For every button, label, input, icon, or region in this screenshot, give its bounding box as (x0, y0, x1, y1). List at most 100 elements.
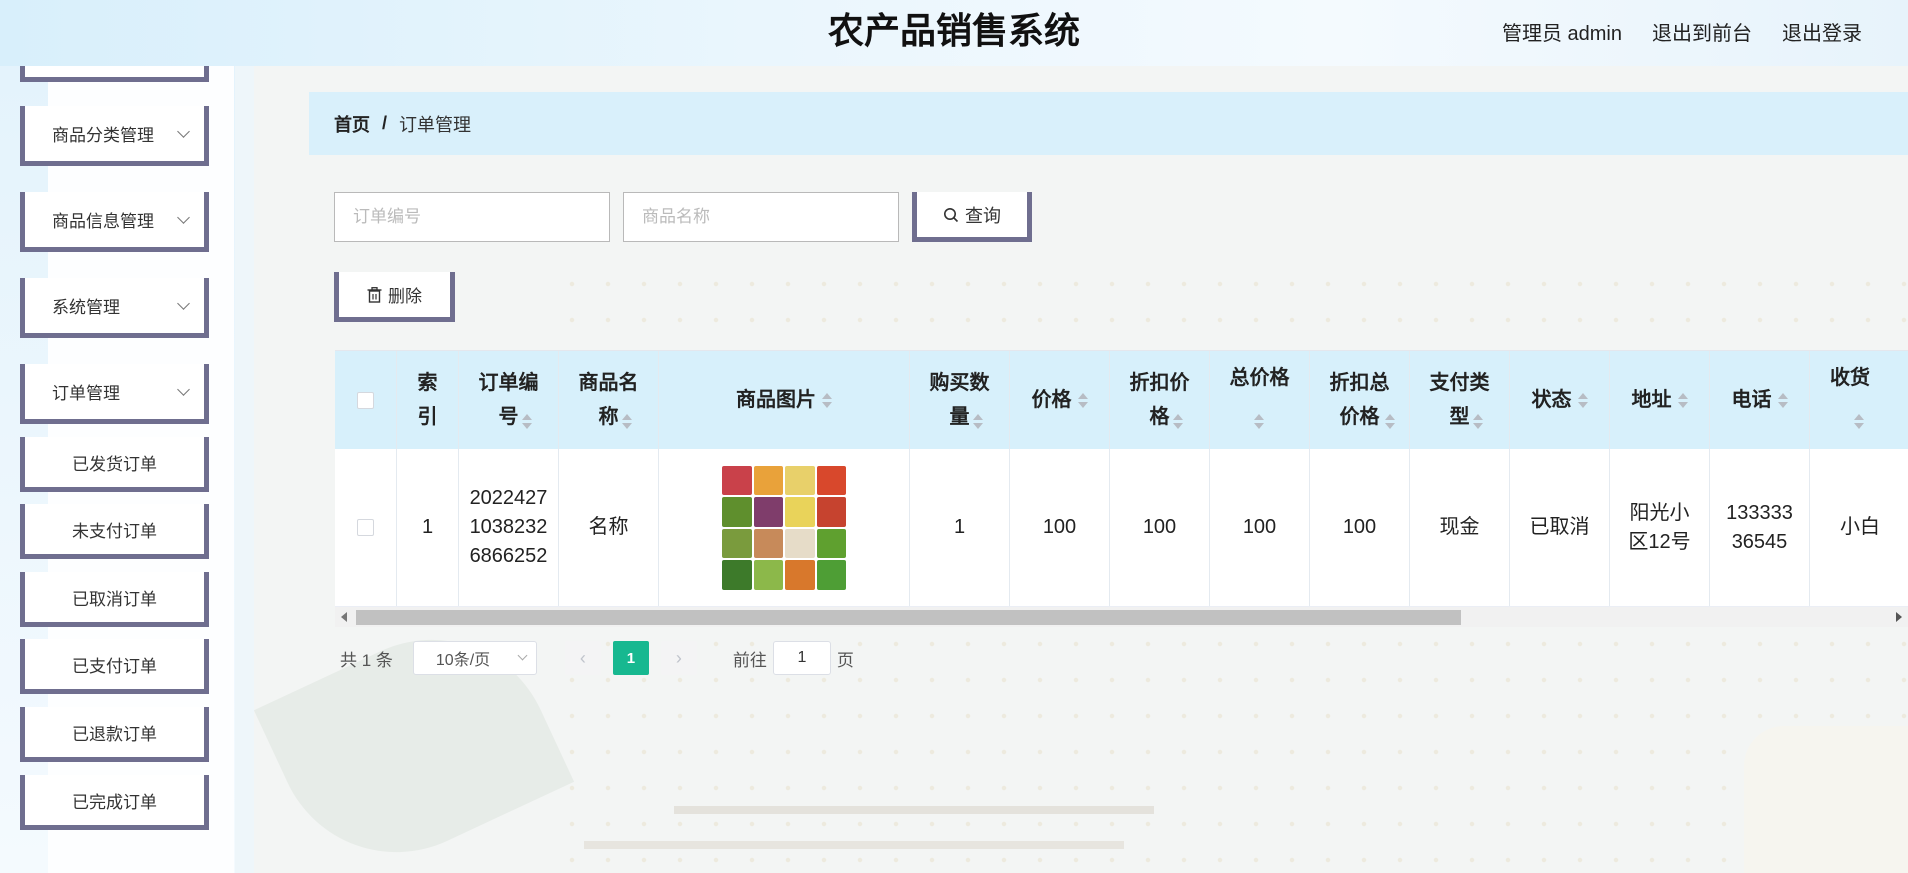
column-header-discount-price[interactable]: 折扣价格 (1110, 351, 1210, 449)
cell-pay-type: 现金 (1410, 449, 1510, 606)
breadcrumb-home[interactable]: 首页 (334, 111, 370, 137)
prev-page-button[interactable]: ‹ (564, 641, 601, 675)
table-horizontal-scrollbar[interactable] (335, 607, 1908, 627)
cell-phone: 13333336545 (1710, 449, 1810, 606)
cell-index: 1 (397, 449, 459, 606)
table-row[interactable]: 1 202242710382326866252 名称 1 100 100 100… (335, 449, 1908, 607)
pagination-total: 共 1 条 (340, 650, 393, 670)
cell-discount-price: 100 (1110, 449, 1210, 606)
sidebar-item-completed-orders[interactable]: 已完成订单 (20, 775, 209, 830)
sort-icon[interactable] (1577, 392, 1588, 408)
sidebar-item-refunded-orders[interactable]: 已退款订单 (20, 707, 209, 762)
sidebar-menu-stub[interactable] (20, 66, 209, 82)
sidebar-item-unpaid-orders[interactable]: 未支付订单 (20, 504, 209, 559)
chevron-down-icon (177, 296, 190, 310)
sidebar-menu-label: 系统管理 (52, 298, 120, 317)
column-header-total-price[interactable]: 总价格 (1210, 351, 1310, 449)
sort-icon[interactable] (1473, 414, 1483, 429)
sidebar-item-paid-orders[interactable]: 已支付订单 (20, 639, 209, 694)
next-page-button[interactable]: › (660, 641, 697, 675)
row-checkbox[interactable] (357, 519, 374, 536)
column-header-quantity[interactable]: 购买数量 (910, 351, 1010, 449)
sort-icon[interactable] (1777, 392, 1788, 408)
chevron-down-icon (177, 382, 190, 396)
sort-icon[interactable] (822, 392, 832, 408)
sort-icon[interactable] (522, 414, 532, 429)
main-content: 首页 / 订单管理 查询 删除 索引 订单编号 商品名称 商品图片 购买数量 价… (254, 66, 1908, 873)
query-button[interactable]: 查询 (912, 192, 1032, 242)
sidebar-menu-category[interactable]: 商品分类管理 (20, 106, 209, 166)
sort-icon[interactable] (1254, 414, 1264, 429)
column-header-receiver[interactable]: 收货 (1810, 351, 1908, 449)
exit-to-frontend-link[interactable]: 退出到前台 (1652, 17, 1752, 46)
background-shelf (674, 806, 1154, 814)
cell-price: 100 (1010, 449, 1110, 606)
sidebar-item-shipped-orders[interactable]: 已发货订单 (20, 437, 209, 492)
goto-label: 前往 (732, 650, 767, 670)
pagination: 共 1 条 10条/页 ‹ 1 › 前往 1 页 (340, 641, 854, 675)
horizontal-scrollbar-thumb[interactable] (356, 610, 1461, 625)
column-header-discount-total[interactable]: 折扣总价格 (1310, 351, 1410, 449)
column-header-index[interactable]: 索引 (397, 351, 459, 449)
trash-icon (367, 286, 382, 303)
column-header-pay-type[interactable]: 支付类型 (1410, 351, 1510, 449)
column-header-order-no[interactable]: 订单编号 (459, 351, 559, 449)
column-header-address[interactable]: 地址 (1610, 351, 1710, 449)
delete-button-label: 删除 (388, 287, 422, 306)
cell-order-no: 202242710382326866252 (459, 449, 559, 606)
chevron-down-icon (517, 650, 528, 661)
sidebar-menu-system[interactable]: 系统管理 (20, 278, 209, 338)
cell-quantity: 1 (910, 449, 1010, 606)
cell-product-image (659, 449, 910, 606)
sidebar-menu-label: 商品分类管理 (52, 126, 154, 145)
sort-icon[interactable] (1077, 392, 1088, 408)
scroll-left-icon[interactable] (341, 612, 347, 622)
scroll-right-icon[interactable] (1896, 612, 1902, 622)
cell-product-name: 名称 (559, 449, 659, 606)
select-all-checkbox[interactable] (357, 391, 374, 409)
sidebar-menu-label: 订单管理 (52, 384, 120, 403)
column-header-product-image[interactable]: 商品图片 (659, 351, 910, 449)
sort-icon[interactable] (973, 414, 983, 429)
delete-button[interactable]: 删除 (334, 272, 455, 322)
cell-receiver: 小白 (1810, 449, 1908, 606)
table-header-row: 索引 订单编号 商品名称 商品图片 购买数量 价格 折扣价格 总价格 折扣总价格… (335, 351, 1908, 449)
goto-suffix: 页 (836, 650, 854, 670)
column-header-product-name[interactable]: 商品名称 (559, 351, 659, 449)
page-size-select[interactable]: 10条/页 (412, 641, 537, 675)
sidebar-menu-orders[interactable]: 订单管理 (20, 364, 209, 424)
background-cup (1744, 726, 1908, 873)
sort-icon[interactable] (1677, 392, 1688, 408)
column-header-status[interactable]: 状态 (1510, 351, 1610, 449)
sort-icon[interactable] (1385, 414, 1395, 429)
query-button-label: 查询 (965, 205, 1001, 226)
goto-page-input[interactable]: 1 (772, 641, 831, 675)
select-all-cell (335, 351, 397, 449)
sort-icon[interactable] (622, 414, 632, 429)
background-shelf (584, 841, 1124, 849)
cell-total-price: 100 (1210, 449, 1310, 606)
sort-icon[interactable] (1854, 414, 1864, 429)
orders-table: 索引 订单编号 商品名称 商品图片 购买数量 价格 折扣价格 总价格 折扣总价格… (335, 350, 1908, 627)
product-image[interactable] (722, 465, 846, 590)
sort-icon[interactable] (1173, 414, 1183, 429)
chevron-down-icon (177, 210, 190, 224)
product-name-input[interactable] (623, 192, 899, 242)
page-number-current[interactable]: 1 (612, 641, 649, 675)
top-header: 农产品销售系统 管理员 admin 退出到前台 退出登录 (0, 0, 1908, 66)
cell-discount-total: 100 (1310, 449, 1410, 606)
sidebar-menu-product-info[interactable]: 商品信息管理 (20, 192, 209, 252)
breadcrumb-separator: / (382, 113, 388, 133)
sidebar-item-cancelled-orders[interactable]: 已取消订单 (20, 572, 209, 627)
breadcrumb-current: 订单管理 (399, 114, 472, 135)
column-header-phone[interactable]: 电话 (1710, 351, 1810, 449)
cell-address: 阳光小区12号 (1610, 449, 1710, 606)
cell-status: 已取消 (1510, 449, 1610, 606)
logout-link[interactable]: 退出登录 (1782, 17, 1862, 46)
sidebar-menu-label: 商品信息管理 (52, 212, 154, 231)
column-header-price[interactable]: 价格 (1010, 351, 1110, 449)
breadcrumb: 首页 / 订单管理 (309, 92, 1908, 155)
chevron-down-icon (177, 124, 190, 138)
admin-label: 管理员 admin (1501, 22, 1622, 45)
order-number-input[interactable] (334, 192, 610, 242)
